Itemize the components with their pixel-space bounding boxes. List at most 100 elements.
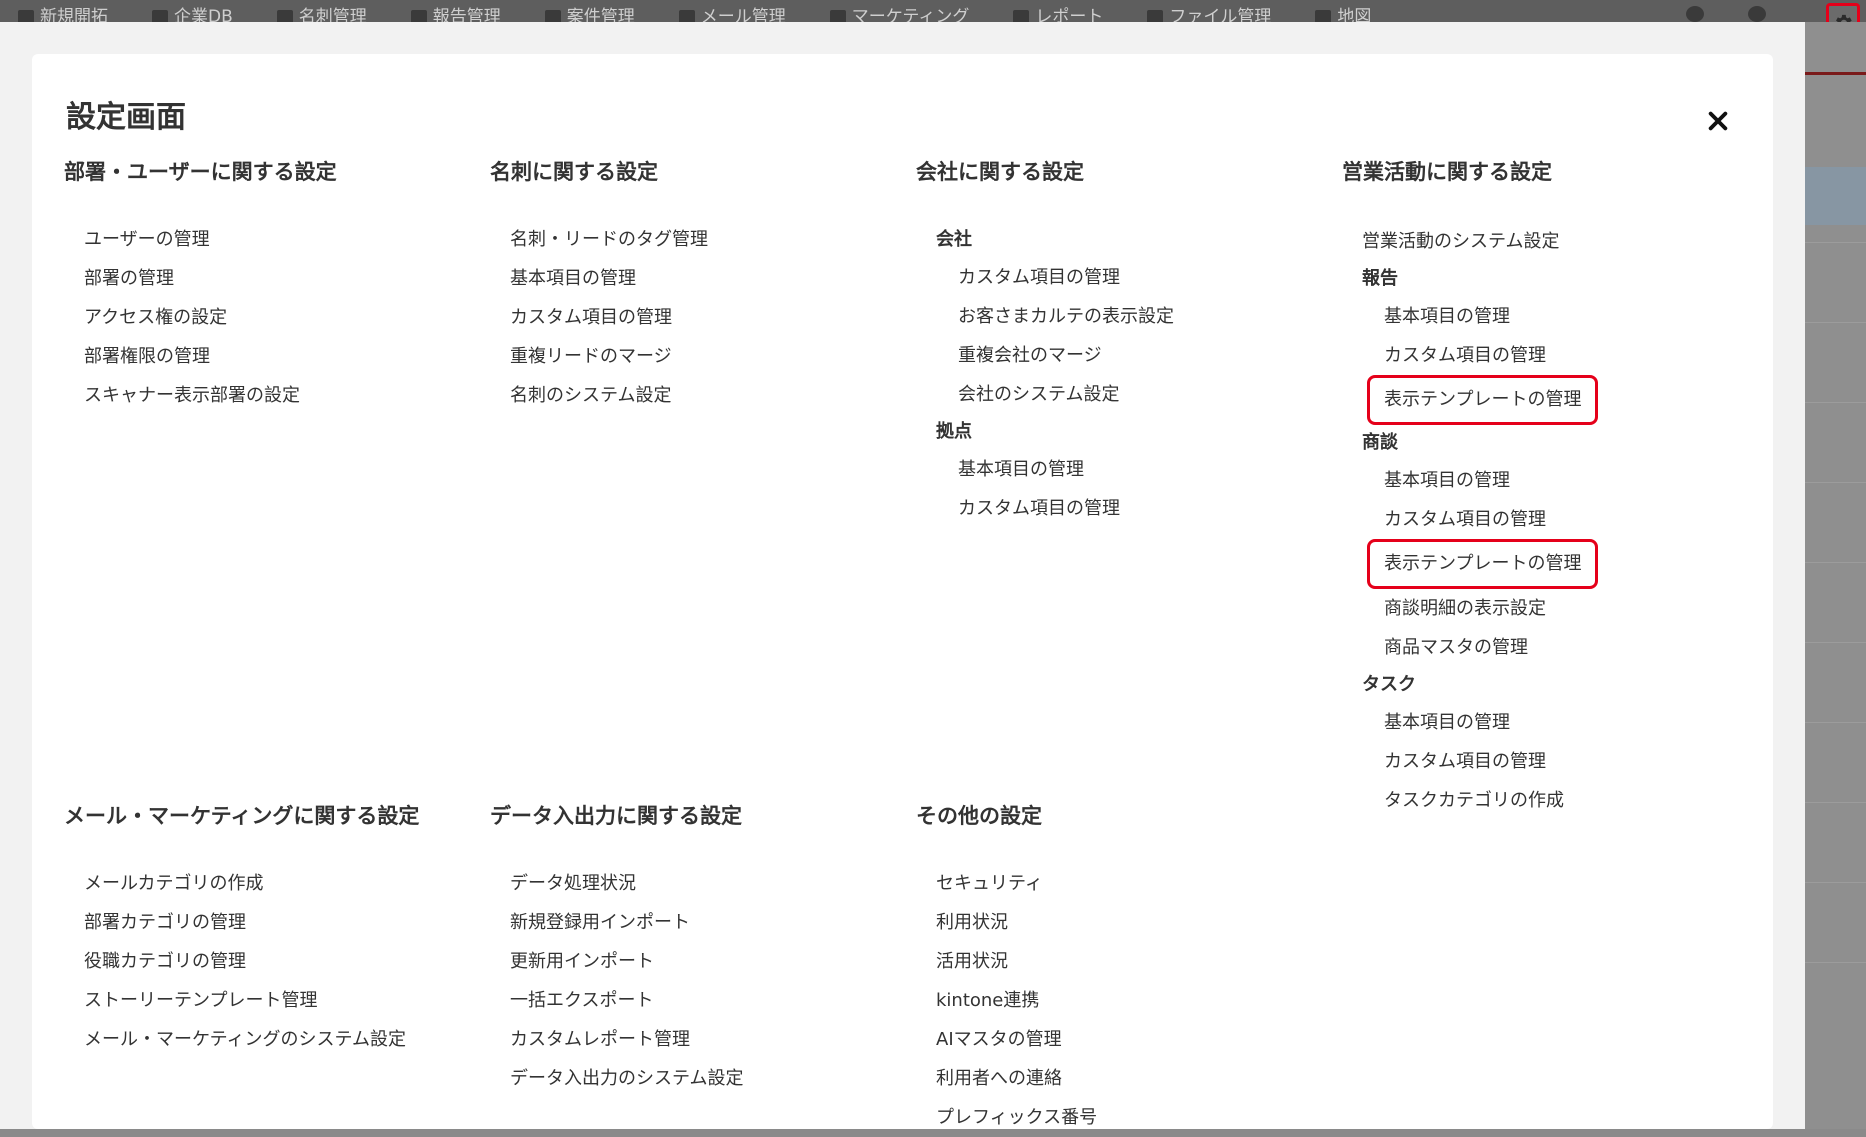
link-department-permissions[interactable]: 部署権限の管理 (64, 337, 337, 376)
link-kintone[interactable]: kintone連携 (916, 981, 1097, 1020)
nav-mail-management[interactable]: メール管理 (678, 6, 786, 22)
link-new-import[interactable]: 新規登録用インポート (490, 903, 743, 942)
link-deal-detail-display[interactable]: 商談明細の表示設定 (1342, 589, 1598, 628)
link-update-import[interactable]: 更新用インポート (490, 942, 743, 981)
highlight-box: 表示テンプレートの管理 (1367, 375, 1599, 425)
link-bulk-export[interactable]: 一括エクスポート (490, 981, 743, 1020)
section-heading: 営業活動に関する設定 (1342, 160, 1552, 184)
section-list: 会社 カスタム項目の管理 お客さまカルテの表示設定 重複会社のマージ 会社のシス… (916, 222, 1174, 528)
section-other: その他の設定 セキュリティ 利用状況 活用状況 kintone連携 AIマスタの… (916, 800, 1097, 1137)
background-row (1805, 882, 1866, 883)
link-ai-master[interactable]: AIマスタの管理 (916, 1020, 1097, 1059)
mail-icon (678, 10, 695, 22)
link-report-basic-fields[interactable]: 基本項目の管理 (1342, 297, 1598, 336)
group-company: 会社 (936, 229, 972, 250)
section-heading: その他の設定 (916, 804, 1042, 828)
background-selected-row (1805, 167, 1866, 225)
nav-company-db[interactable]: 企業DB (152, 6, 233, 22)
group-branch: 拠点 (936, 421, 972, 442)
link-customer-chart-display[interactable]: お客さまカルテの表示設定 (916, 297, 1174, 336)
background-row (1805, 562, 1866, 563)
section-heading: 部署・ユーザーに関する設定 (64, 160, 337, 184)
section-list: メールカテゴリの作成 部署カテゴリの管理 役職カテゴリの管理 ストーリーテンプレ… (64, 864, 419, 1059)
link-security[interactable]: セキュリティ (916, 864, 1097, 903)
nav-card-management[interactable]: 名刺管理 (276, 6, 367, 22)
section-list: 名刺・リードのタグ管理 基本項目の管理 カスタム項目の管理 重複リードのマージ … (490, 220, 708, 415)
link-data-system-settings[interactable]: データ入出力のシステム設定 (490, 1059, 743, 1098)
background-row (1805, 402, 1866, 403)
link-duplicate-company-merge[interactable]: 重複会社のマージ (916, 336, 1174, 375)
link-custom-report[interactable]: カスタムレポート管理 (490, 1020, 743, 1059)
link-scanner-department[interactable]: スキャナー表示部署の設定 (64, 376, 337, 415)
link-company-system-settings[interactable]: 会社のシステム設定 (916, 375, 1174, 414)
nav-file-management[interactable]: ファイル管理 (1147, 6, 1271, 22)
section-list: 営業活動のシステム設定 報告 基本項目の管理 カスタム項目の管理 表示テンプレー… (1342, 222, 1599, 820)
link-report-custom-fields[interactable]: カスタム項目の管理 (1342, 336, 1598, 375)
link-mail-category[interactable]: メールカテゴリの作成 (64, 864, 419, 903)
link-report-display-template[interactable]: 表示テンプレートの管理 (1342, 375, 1599, 425)
link-department-management[interactable]: 部署の管理 (64, 259, 337, 298)
nav-new-prospect[interactable]: 新規開拓 (18, 6, 108, 22)
section-heading: 会社に関する設定 (916, 160, 1084, 184)
link-card-basic-fields[interactable]: 基本項目の管理 (490, 259, 708, 298)
background-row (1805, 322, 1866, 323)
link-deal-display-template[interactable]: 表示テンプレートの管理 (1342, 539, 1599, 589)
link-branch-custom-fields[interactable]: カスタム項目の管理 (916, 489, 1174, 528)
close-button[interactable] (1703, 106, 1733, 136)
link-card-system-settings[interactable]: 名刺のシステム設定 (490, 376, 708, 415)
nav-marketing[interactable]: マーケティング (829, 6, 969, 22)
nav-deal-management[interactable]: 案件管理 (544, 6, 635, 22)
section-list: セキュリティ 利用状況 活用状況 kintone連携 AIマスタの管理 利用者へ… (916, 864, 1097, 1137)
group-deal: 商談 (1362, 432, 1398, 453)
nav-report-management[interactable]: 報告管理 (410, 6, 501, 22)
group-report: 報告 (1362, 268, 1398, 289)
folder-icon (1147, 10, 1164, 22)
link-prefix-number[interactable]: プレフィックス番号 (916, 1098, 1097, 1137)
section-list: データ処理状況 新規登録用インポート 更新用インポート 一括エクスポート カスタ… (490, 864, 743, 1098)
link-utilization-status[interactable]: 活用状況 (916, 942, 1097, 981)
link-data-processing-status[interactable]: データ処理状況 (490, 864, 743, 903)
section-data-io: データ入出力に関する設定 データ処理状況 新規登録用インポート 更新用インポート… (490, 800, 743, 1098)
link-story-template[interactable]: ストーリーテンプレート管理 (64, 981, 419, 1020)
link-deal-custom-fields[interactable]: カスタム項目の管理 (1342, 500, 1598, 539)
table-icon (1013, 10, 1030, 22)
close-icon (1708, 111, 1728, 131)
section-heading: メール・マーケティングに関する設定 (64, 804, 420, 828)
nav-report[interactable]: レポート (1013, 6, 1103, 22)
top-nav: 新規開拓 企業DB 名刺管理 報告管理 案件管理 メール管理 マーケティング レ… (18, 6, 1415, 22)
link-usage-status[interactable]: 利用状況 (916, 903, 1097, 942)
link-department-category[interactable]: 部署カテゴリの管理 (64, 903, 419, 942)
link-task-category[interactable]: タスクカテゴリの作成 (1342, 781, 1598, 820)
link-user-management[interactable]: ユーザーの管理 (64, 220, 337, 259)
settings-modal: 設定画面 部署・ユーザーに関する設定 ユーザーの管理 部署の管理 アクセス権の設… (32, 54, 1773, 1129)
link-title-category[interactable]: 役職カテゴリの管理 (64, 942, 419, 981)
background-row (1805, 482, 1866, 483)
link-task-basic-fields[interactable]: 基本項目の管理 (1342, 703, 1598, 742)
link-sales-system-settings[interactable]: 営業活動のシステム設定 (1342, 222, 1598, 261)
link-card-tags[interactable]: 名刺・リードのタグ管理 (490, 220, 708, 259)
report-icon (410, 10, 427, 22)
section-company: 会社に関する設定 会社 カスタム項目の管理 お客さまカルテの表示設定 重複会社の… (916, 156, 1174, 528)
search-icon[interactable] (1686, 6, 1704, 22)
link-duplicate-lead-merge[interactable]: 重複リードのマージ (490, 337, 708, 376)
section-mail-marketing: メール・マーケティングに関する設定 メールカテゴリの作成 部署カテゴリの管理 役… (64, 800, 419, 1059)
link-branch-basic-fields[interactable]: 基本項目の管理 (916, 450, 1174, 489)
modal-title: 設定画面 (66, 100, 186, 135)
app-topbar: 新規開拓 企業DB 名刺管理 報告管理 案件管理 メール管理 マーケティング レ… (0, 0, 1866, 22)
bell-icon[interactable] (1748, 6, 1766, 22)
id-card-icon (276, 10, 293, 22)
link-contact-users[interactable]: 利用者への連絡 (916, 1059, 1097, 1098)
section-list: ユーザーの管理 部署の管理 アクセス権の設定 部署権限の管理 スキャナー表示部署… (64, 220, 337, 415)
nav-map[interactable]: 地図 (1315, 6, 1371, 22)
link-company-custom-fields[interactable]: カスタム項目の管理 (916, 258, 1174, 297)
link-deal-basic-fields[interactable]: 基本項目の管理 (1342, 461, 1598, 500)
link-access-rights[interactable]: アクセス権の設定 (64, 298, 337, 337)
section-heading: 名刺に関する設定 (490, 160, 658, 184)
link-mail-system-settings[interactable]: メール・マーケティングのシステム設定 (64, 1020, 419, 1059)
link-task-custom-fields[interactable]: カスタム項目の管理 (1342, 742, 1598, 781)
group-task: タスク (1362, 674, 1416, 695)
background-row (1805, 722, 1866, 723)
link-card-custom-fields[interactable]: カスタム項目の管理 (490, 298, 708, 337)
link-product-master[interactable]: 商品マスタの管理 (1342, 628, 1598, 667)
background-accent-line (1805, 72, 1866, 75)
